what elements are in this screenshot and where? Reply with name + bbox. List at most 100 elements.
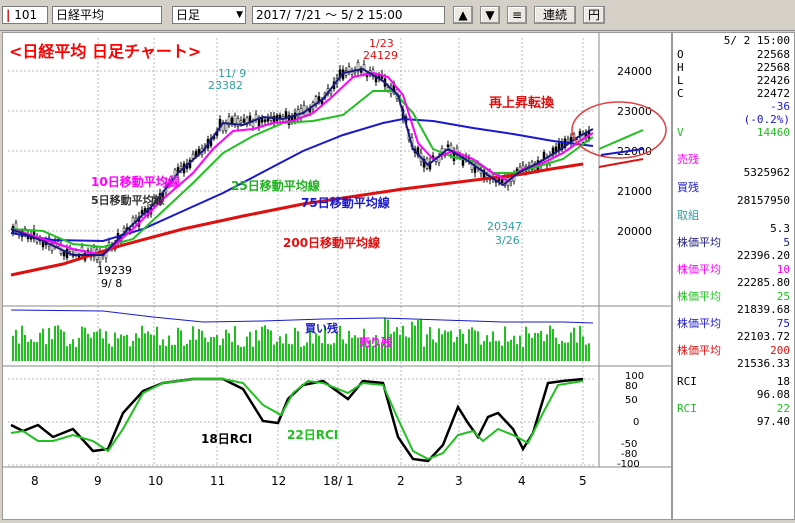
volume-bar: [513, 335, 515, 361]
volume-bar: [165, 345, 167, 361]
ma-value: 21536.33: [737, 357, 790, 370]
chart-area[interactable]: 24000 23000 22000 21000 20000 100 80 50 …: [2, 32, 672, 520]
candle-body: [179, 166, 183, 169]
volume-bar: [33, 341, 35, 361]
volume-bar: [426, 334, 428, 361]
volume-bar: [498, 340, 500, 361]
candle-body: [566, 138, 570, 142]
ma-value: 22396.20: [737, 249, 790, 262]
volume-bar: [285, 333, 287, 361]
volume-bar: [171, 344, 173, 361]
volume-bar: [132, 340, 134, 361]
ma-label: 株価平均: [677, 236, 721, 249]
volume-bar: [90, 337, 92, 361]
low1-value-label: 19239: [97, 264, 132, 277]
volume-bar: [564, 342, 566, 361]
sell-zan-label: 売残: [677, 153, 699, 166]
volume-bar: [252, 346, 254, 361]
buy-zan-label: 買い残: [305, 321, 338, 335]
rci22-line: [10, 378, 584, 461]
volume-bar: [177, 327, 179, 361]
volume-bar: [54, 325, 56, 361]
volume-bar: [57, 325, 59, 361]
volume-bar: [174, 344, 176, 361]
yen-button[interactable]: 円: [583, 6, 605, 24]
volume-bar: [276, 341, 278, 361]
rci22-value-row: 97.40: [677, 415, 790, 428]
volume-bar: [129, 346, 131, 361]
menu-button[interactable]: ≡: [507, 6, 527, 24]
high-value-label: 24129: [363, 49, 398, 62]
volume-bar: [576, 342, 578, 361]
scroll-up-button[interactable]: ▲: [453, 6, 473, 24]
volume-bar: [234, 326, 236, 361]
volume-bar: [15, 329, 17, 361]
volume-bar: [288, 343, 290, 361]
chart-title: <日経平均 日足チャート>: [9, 42, 201, 61]
volume-bar: [396, 327, 398, 361]
volume-bar: [231, 341, 233, 361]
volume-bar: [480, 344, 482, 361]
ma25-row: 株価平均 25: [677, 290, 790, 303]
ohlc-value: 22568: [756, 48, 790, 61]
rci-tick: 50: [625, 395, 638, 406]
candle-body: [242, 118, 246, 123]
rci-value: 96.08: [756, 388, 790, 401]
stock-code-field[interactable]: | 101: [2, 6, 48, 24]
volume-bar: [141, 325, 143, 361]
ma10-row: 株価平均 10: [677, 263, 790, 276]
ohlc-key: H: [677, 61, 684, 74]
continuous-button[interactable]: 連続: [534, 6, 576, 24]
volume-bar: [42, 328, 44, 361]
volume-bar: [525, 326, 527, 361]
volume-bar: [510, 339, 512, 361]
volume-bar: [183, 345, 185, 361]
volume-bar: [408, 337, 410, 361]
ma5-value-row: 22396.20: [677, 249, 790, 262]
x-tick: 18/ 1: [323, 474, 354, 488]
volume-bar: [147, 331, 149, 361]
volume-bar: [84, 327, 86, 361]
volume-bar: [108, 343, 110, 361]
volume-bar: [339, 325, 341, 361]
volume-bar: [579, 325, 581, 361]
scroll-down-button[interactable]: ▼: [480, 6, 500, 24]
volume-bar: [69, 343, 71, 361]
volume-bar: [327, 343, 329, 361]
ohlc-row: C 22472: [677, 87, 790, 100]
volume-bar: [504, 326, 506, 361]
ma5-row: 株価平均 5: [677, 236, 790, 249]
volume-bar: [471, 327, 473, 361]
volume-bar: [87, 333, 89, 361]
volume-bar: [486, 335, 488, 361]
volume-bar: [420, 319, 422, 361]
low1-date-label: 9/ 8: [101, 277, 122, 290]
rci18-value-row: 96.08: [677, 388, 790, 401]
volume-bar: [537, 332, 539, 361]
price-tick: 21000: [617, 185, 652, 198]
date-range-field[interactable]: 2017/ 7/21 ～ 5/ 2 15:00: [252, 6, 445, 24]
candle-body: [437, 157, 441, 163]
volume-bar: [318, 335, 320, 361]
volume-bar: [18, 343, 20, 361]
rci18-label: 18日RCI: [201, 432, 252, 446]
volume-bar: [192, 326, 194, 361]
volume-bar: [75, 346, 77, 361]
volume-bar: [549, 325, 551, 361]
candle-body: [230, 117, 234, 124]
volume-bar: [507, 341, 509, 361]
ma200-value-row: 21536.33: [677, 357, 790, 370]
volume-bar: [204, 337, 206, 361]
volume-bar: [60, 329, 62, 361]
x-tick: 8: [31, 474, 39, 488]
rci22-label: 22日RCI: [287, 428, 338, 442]
period-select[interactable]: 日足 ▼: [172, 6, 246, 24]
volume-bar: [126, 334, 128, 361]
ma5-label: 5日移動平均線: [91, 193, 165, 207]
ma-period: 200: [770, 344, 790, 357]
stock-name-field[interactable]: 日経平均: [52, 6, 162, 24]
volume-bar: [99, 328, 101, 361]
x-tick: 11: [210, 474, 225, 488]
volume-bar: [354, 335, 356, 361]
volume-bar: [477, 331, 479, 361]
